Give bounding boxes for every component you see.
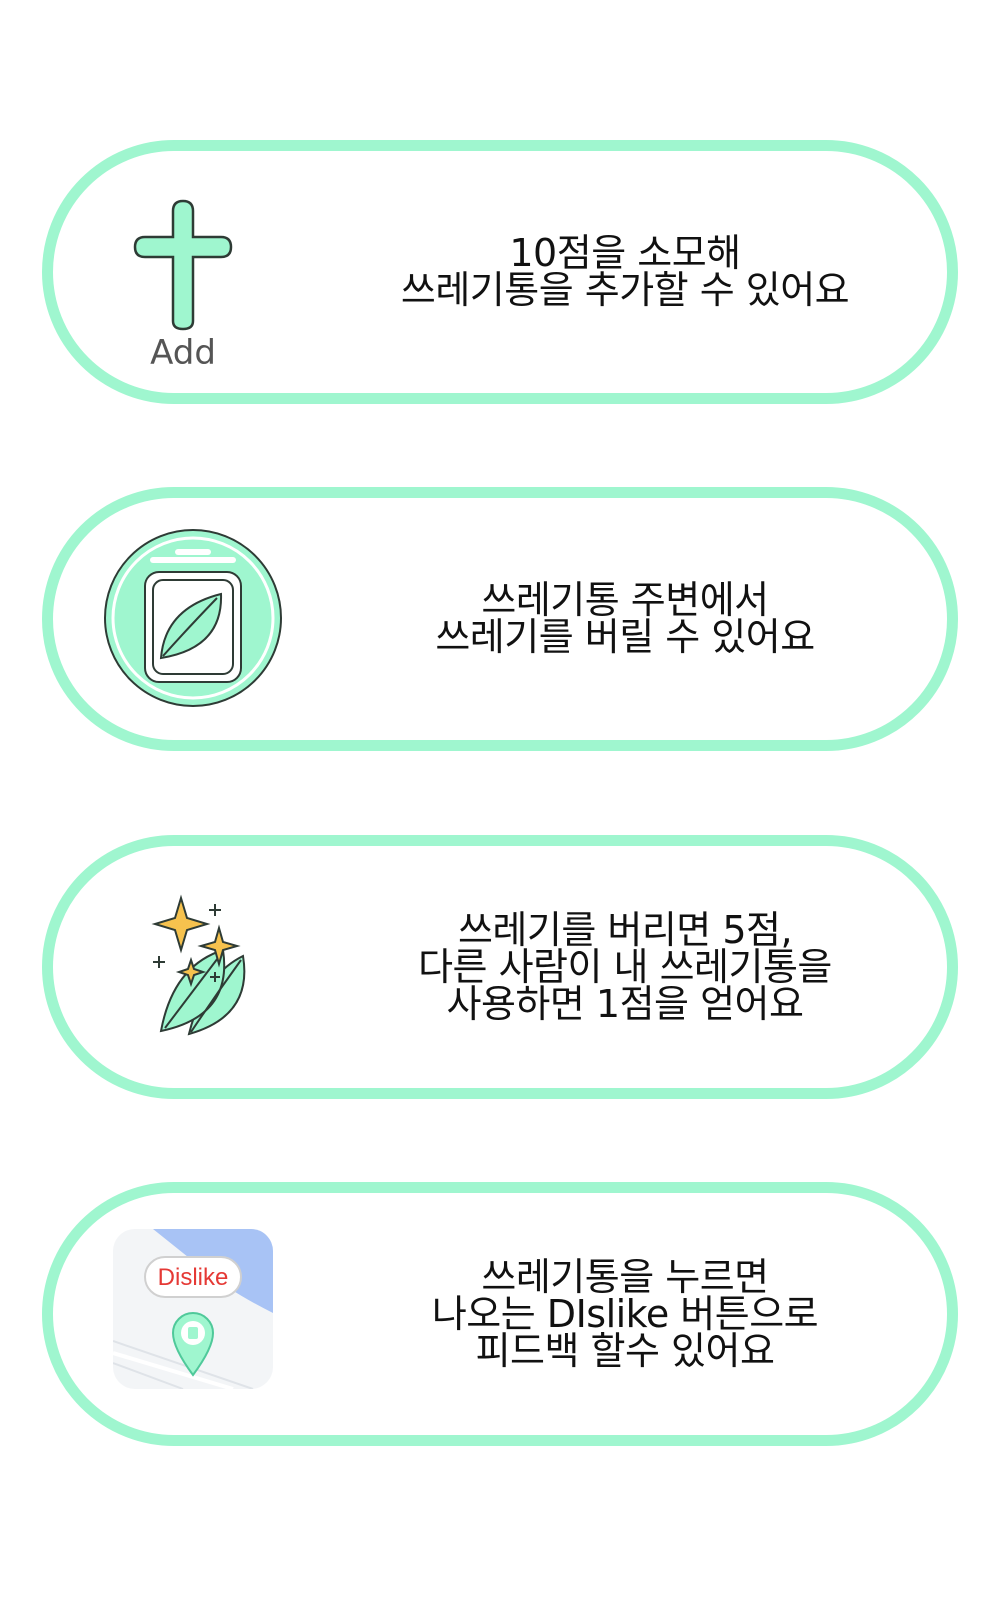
card-4-line-3: 피드백 할수 있어요 [475, 1328, 775, 1373]
add-plus-icon [133, 199, 233, 331]
card-1-line-2: 쓰레기통을 추가할 수 있어요 [400, 268, 850, 312]
feature-card-add: Add 10점을 소모해 쓰레기통을 추가할 수 있어요 [42, 140, 958, 404]
feature-card-dislike: Dislike 쓰레기통을 누르면 나오는 DIslike 버튼으로 피드백 할… [42, 1182, 958, 1446]
card-1-line-1: 10점을 소모해 [509, 231, 741, 275]
sparkle-leaves-icon [151, 894, 246, 1036]
card-2-text: 쓰레기통 주변에서 쓰레기를 버릴 수 있어요 [343, 498, 907, 740]
feature-card-dispose: 쓰레기통 주변에서 쓰레기를 버릴 수 있어요 [42, 487, 958, 751]
sparkle-icon-area [103, 866, 293, 1068]
dislike-map-icon: Dislike [113, 1229, 273, 1389]
card-2-line-1: 쓰레기통 주변에서 [481, 578, 769, 622]
card-4-text: 쓰레기통을 누르면 나오는 DIslike 버튼으로 피드백 할수 있어요 [343, 1193, 907, 1435]
card-4-line-1: 쓰레기통을 누르면 [481, 1254, 769, 1299]
feature-card-points: 쓰레기를 버리면 5점, 다른 사람이 내 쓰레기통을 사용하면 1점을 얻어요 [42, 835, 958, 1099]
add-icon-label: Add [150, 333, 216, 373]
trash-can-leaf-icon [104, 529, 282, 707]
add-icon-area: Add [103, 171, 293, 373]
card-3-line-2: 다른 사람이 내 쓰레기통을 [418, 944, 832, 989]
card-4-line-2: 나오는 DIslike 버튼으로 [431, 1291, 819, 1336]
card-3-line-3: 사용하면 1점을 얻어요 [446, 981, 804, 1026]
dislike-button-label: Dislike [158, 1264, 229, 1291]
dislike-icon-area: Dislike [103, 1213, 293, 1415]
card-2-line-2: 쓰레기를 버릴 수 있어요 [435, 615, 815, 659]
card-1-text: 10점을 소모해 쓰레기통을 추가할 수 있어요 [343, 151, 907, 393]
card-3-text: 쓰레기를 버리면 5점, 다른 사람이 내 쓰레기통을 사용하면 1점을 얻어요 [343, 846, 907, 1088]
card-3-line-1: 쓰레기를 버리면 5점, [457, 907, 793, 952]
trash-icon-area [103, 518, 293, 720]
